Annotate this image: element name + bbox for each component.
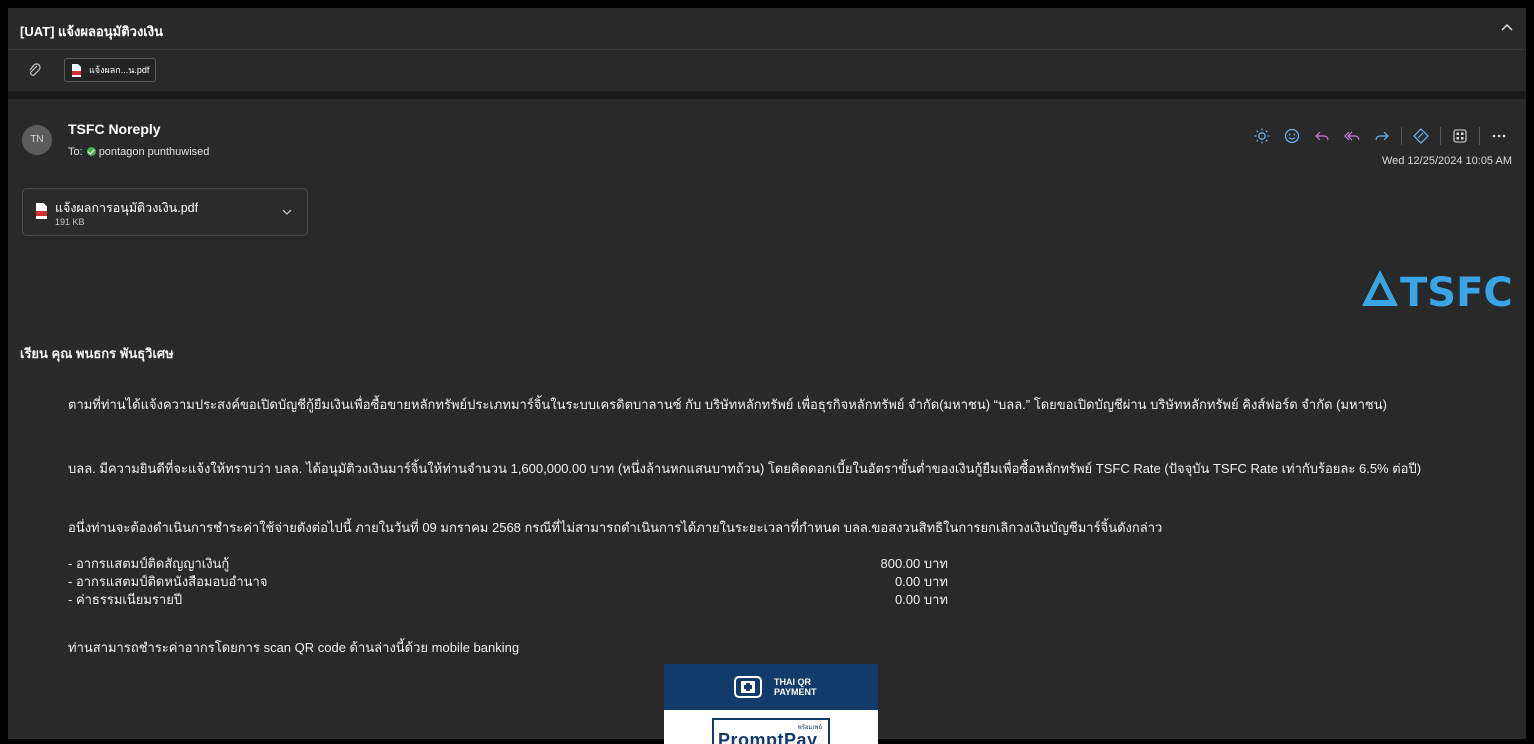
email-reading-pane: [UAT] แจ้งผลอนุมัติวงเงิน แจ้งผลก...น.pd… <box>8 8 1526 744</box>
qr-header: THAI QR PAYMENT <box>664 664 878 710</box>
to-label: To: <box>68 146 83 158</box>
paragraph-qr-instruction: ท่านสามารถชำระค่าอากรโดยการ scan QR code… <box>68 640 520 655</box>
more-icon[interactable] <box>1486 123 1512 149</box>
sun-icon[interactable] <box>1249 123 1275 149</box>
subject-bar: [UAT] แจ้งผลอนุมัติวงเงิน <box>8 8 1526 50</box>
attachment-name: แจ้งผลการอนุมัติวงเงิน.pdf <box>55 201 199 215</box>
fee-label: - ค่าธรรมเนียมรายปี <box>68 592 183 607</box>
promptpay-label: PromptPay <box>718 730 818 744</box>
tsfc-logo: TSFC <box>1362 270 1513 312</box>
logo-text: TSFC <box>1400 270 1513 312</box>
paragraph-payment-due: อนึ่งท่านจะต้องดำเนินการชำระค่าใช้จ่ายดั… <box>68 520 1163 535</box>
chevron-down-icon[interactable] <box>281 206 293 218</box>
message-header: TN TSFC Noreply To: pontagon punthuwised <box>8 99 1526 239</box>
avatar[interactable]: TN <box>22 125 52 155</box>
thai-qr-payment-card: THAI QR PAYMENT พร้อมเพย์ PromptPay <box>664 664 878 744</box>
fee-row: - ค่าธรรมเนียมรายปี 0.00 บาท <box>68 589 948 607</box>
chevron-up-icon[interactable] <box>1498 19 1516 37</box>
paragraph-approval: บลล. มีความยินดีที่จะแจ้งให้ทราบว่า บลล.… <box>68 461 1422 476</box>
attachment-card[interactable]: แจ้งผลการอนุมัติวงเงิน.pdf 191 KB <box>22 188 308 236</box>
presence-available-icon <box>86 147 96 156</box>
recipient-line: To: pontagon punthuwised <box>68 146 209 158</box>
toolbar-separator <box>1440 127 1441 145</box>
qr-title: THAI QR PAYMENT <box>774 677 817 697</box>
thai-qr-logo-icon <box>734 676 762 698</box>
message-toolbar <box>1249 123 1512 149</box>
loop-icon[interactable] <box>1408 123 1434 149</box>
toolbar-separator <box>1401 127 1402 145</box>
toolbar-separator <box>1479 127 1480 145</box>
attachment-strip: แจ้งผลก...น.pdf <box>8 58 1526 92</box>
attachment-chip-label: แจ้งผลก...น.pdf <box>89 65 150 75</box>
promptpay-logo: พร้อมเพย์ PromptPay <box>712 718 830 744</box>
email-subject: [UAT] แจ้งผลอนุมัติวงเงิน <box>20 24 163 39</box>
apps-icon[interactable] <box>1447 123 1473 149</box>
fee-row: - อากรแสตมป์ติดหนังสือมอบอำนาจ 0.00 บาท <box>68 571 948 589</box>
paragraph-request: ตามที่ท่านได้แจ้งความประสงค์ขอเปิดบัญชีก… <box>68 397 1387 412</box>
attachment-size: 191 KB <box>55 217 85 227</box>
divider <box>8 91 1526 99</box>
qr-title-line1: THAI QR <box>774 677 811 687</box>
reply-icon[interactable] <box>1309 123 1335 149</box>
paperclip-icon <box>29 63 41 76</box>
forward-icon[interactable] <box>1369 123 1395 149</box>
fee-row: - อากรแสตมป์ติดสัญญาเงินกู้ 800.00 บาท <box>68 553 948 571</box>
greeting: เรียน คุณ พนธกร พันธุวิเศษ <box>20 346 174 361</box>
reply-all-icon[interactable] <box>1339 123 1365 149</box>
sent-date: Wed 12/25/2024 10:05 AM <box>1381 155 1512 167</box>
pdf-file-icon <box>36 203 47 219</box>
pdf-file-icon <box>72 64 81 77</box>
attachment-chip[interactable]: แจ้งผลก...น.pdf <box>64 58 157 82</box>
qr-title-line2: PAYMENT <box>774 687 817 697</box>
fee-amount: 0.00 บาท <box>894 592 948 607</box>
recipient-name[interactable]: pontagon punthuwised <box>99 146 210 158</box>
sender-name[interactable]: TSFC Noreply <box>68 121 161 137</box>
emoji-icon[interactable] <box>1279 123 1305 149</box>
